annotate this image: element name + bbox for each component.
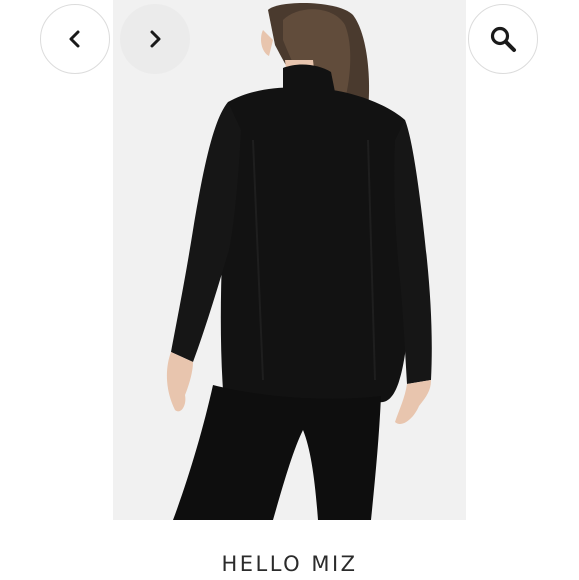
search-button[interactable] [468, 4, 538, 74]
chevron-right-icon [145, 29, 165, 49]
brand-name[interactable]: HELLO MIZ [0, 552, 579, 576]
previous-button[interactable] [40, 4, 110, 74]
next-button[interactable] [120, 4, 190, 74]
product-photo[interactable] [113, 0, 466, 520]
model-illustration [113, 0, 466, 520]
product-page: HELLO MIZ [0, 0, 579, 580]
search-icon [489, 25, 517, 53]
chevron-left-icon [65, 29, 85, 49]
